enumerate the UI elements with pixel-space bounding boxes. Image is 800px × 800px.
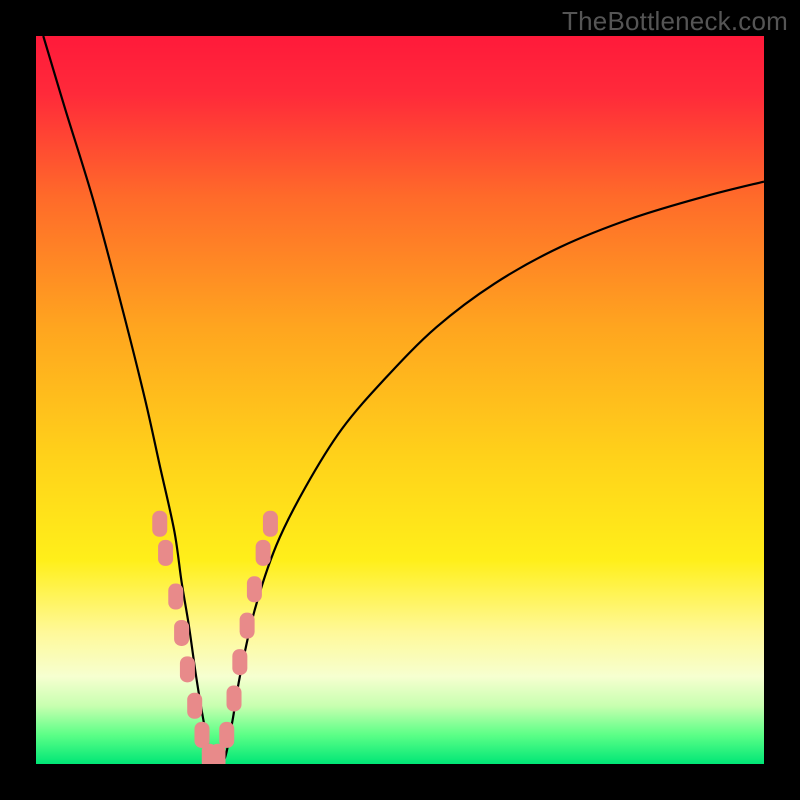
highlight-pill [168, 584, 183, 610]
highlight-pill [187, 693, 202, 719]
highlight-pill [263, 511, 278, 537]
chart-svg [36, 36, 764, 764]
highlight-pill [247, 576, 262, 602]
watermark-text: TheBottleneck.com [562, 6, 788, 37]
highlight-pill [174, 620, 189, 646]
highlight-pill [240, 613, 255, 639]
highlight-pill [227, 685, 242, 711]
highlight-pill [158, 540, 173, 566]
highlight-pill [180, 656, 195, 682]
highlight-pill [232, 649, 247, 675]
highlight-pill [152, 511, 167, 537]
highlight-pill [219, 722, 234, 748]
highlight-pill [256, 540, 271, 566]
plot-area [36, 36, 764, 764]
chart-frame: TheBottleneck.com [0, 0, 800, 800]
